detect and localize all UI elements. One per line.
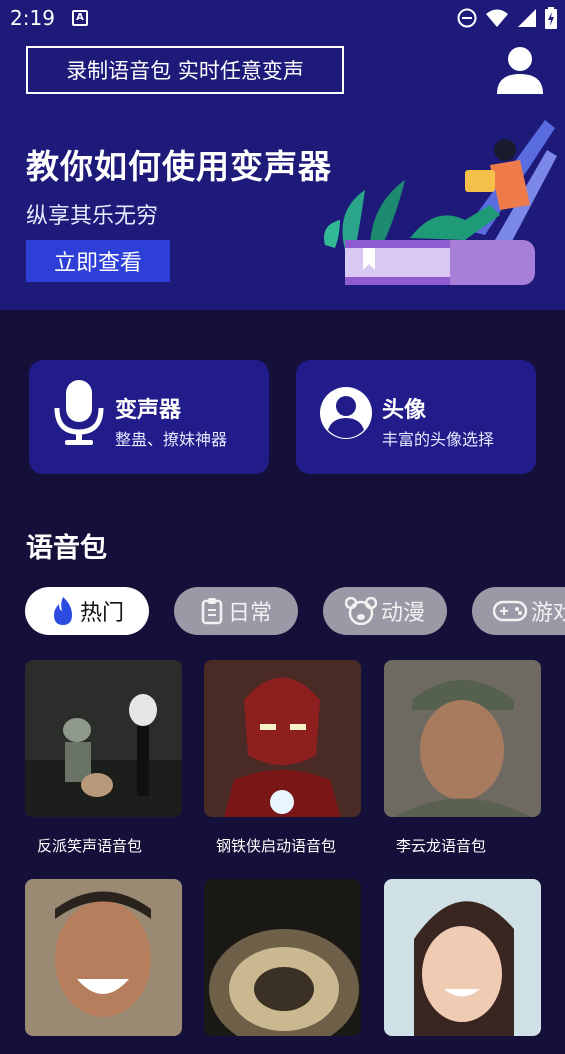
avatar-subtitle: 丰富的头像选择: [382, 430, 495, 449]
tab-game-label: 游戏: [530, 601, 565, 626]
tab-hot[interactable]: 热门: [25, 587, 149, 635]
record-voice-button[interactable]: 录制语音包 实时任意变声: [26, 46, 344, 94]
category-tabs: 热门 日常 动漫 游戏: [0, 587, 565, 637]
banner-title: 教你如何使用变声器: [26, 147, 332, 186]
voice-pack-item[interactable]: 钢铁侠启动语音包: [204, 660, 361, 856]
do-not-disturb-icon: [457, 8, 477, 28]
clipboard-icon: [201, 598, 223, 625]
status-bar: 2:19 A: [0, 0, 565, 36]
avatar-card[interactable]: 头像 丰富的头像选择: [296, 360, 536, 474]
voice-pack-thumbnail: [384, 660, 541, 817]
voice-pack-thumbnail: [204, 879, 361, 1049]
microphone-icon: [54, 380, 104, 445]
voice-pack-thumbnail: [384, 879, 541, 1036]
tab-daily[interactable]: 日常: [174, 587, 298, 635]
voice-pack-item[interactable]: [384, 879, 541, 1054]
wifi-icon: [486, 9, 508, 27]
banner-subtitle: 纵享其乐无穷: [26, 204, 159, 229]
voice-pack-thumbnail: [25, 879, 182, 1036]
status-time: 2:19: [10, 6, 55, 30]
banner: 录制语音包 实时任意变声 教你如何使用变声器 纵享其乐无穷 立即查看: [0, 36, 565, 310]
voice-pack-item[interactable]: [204, 879, 361, 1054]
voice-pack-title: 李云龙语音包: [396, 837, 487, 855]
bear-icon: [344, 597, 377, 625]
avatar-title: 头像: [382, 398, 427, 423]
voice-changer-card[interactable]: 变声器 整蛊、撩妹神器: [29, 360, 269, 474]
voice-pack-item[interactable]: 李云龙语音包: [384, 660, 541, 856]
tab-hot-label: 热门: [79, 601, 124, 626]
voice-changer-title: 变声器: [115, 398, 182, 423]
tab-daily-label: 日常: [227, 601, 272, 626]
battery-icon: [545, 7, 557, 29]
avatar-icon: [320, 387, 372, 439]
reading-illustration: [324, 120, 557, 285]
fire-icon: [53, 597, 72, 625]
voice-pack-title: 钢铁侠启动语音包: [216, 837, 337, 855]
voice-pack-grid: 反派笑声语音包 钢铁侠启动语音包 李云龙语音包: [0, 660, 565, 1049]
view-now-button[interactable]: 立即查看: [26, 240, 170, 282]
voice-pack-item[interactable]: [25, 879, 182, 1054]
user-profile-icon[interactable]: [494, 44, 546, 96]
voice-pack-thumbnail: [25, 660, 182, 817]
voice-pack-thumbnail: [204, 660, 361, 817]
notification-icon: A: [72, 10, 88, 26]
tab-game[interactable]: 游戏: [472, 587, 565, 635]
tab-anime-label: 动漫: [380, 601, 425, 626]
signal-icon: [518, 9, 536, 27]
voice-pack-title: 语音包: [26, 533, 107, 564]
gamepad-icon: [492, 600, 527, 622]
voice-changer-subtitle: 整蛊、撩妹神器: [115, 430, 228, 449]
feature-cards: 变声器 整蛊、撩妹神器 头像 丰富的头像选择: [0, 360, 565, 476]
voice-pack-title: 反派笑声语音包: [37, 837, 143, 855]
voice-pack-item[interactable]: 反派笑声语音包: [25, 660, 182, 856]
tab-anime[interactable]: 动漫: [323, 587, 447, 635]
